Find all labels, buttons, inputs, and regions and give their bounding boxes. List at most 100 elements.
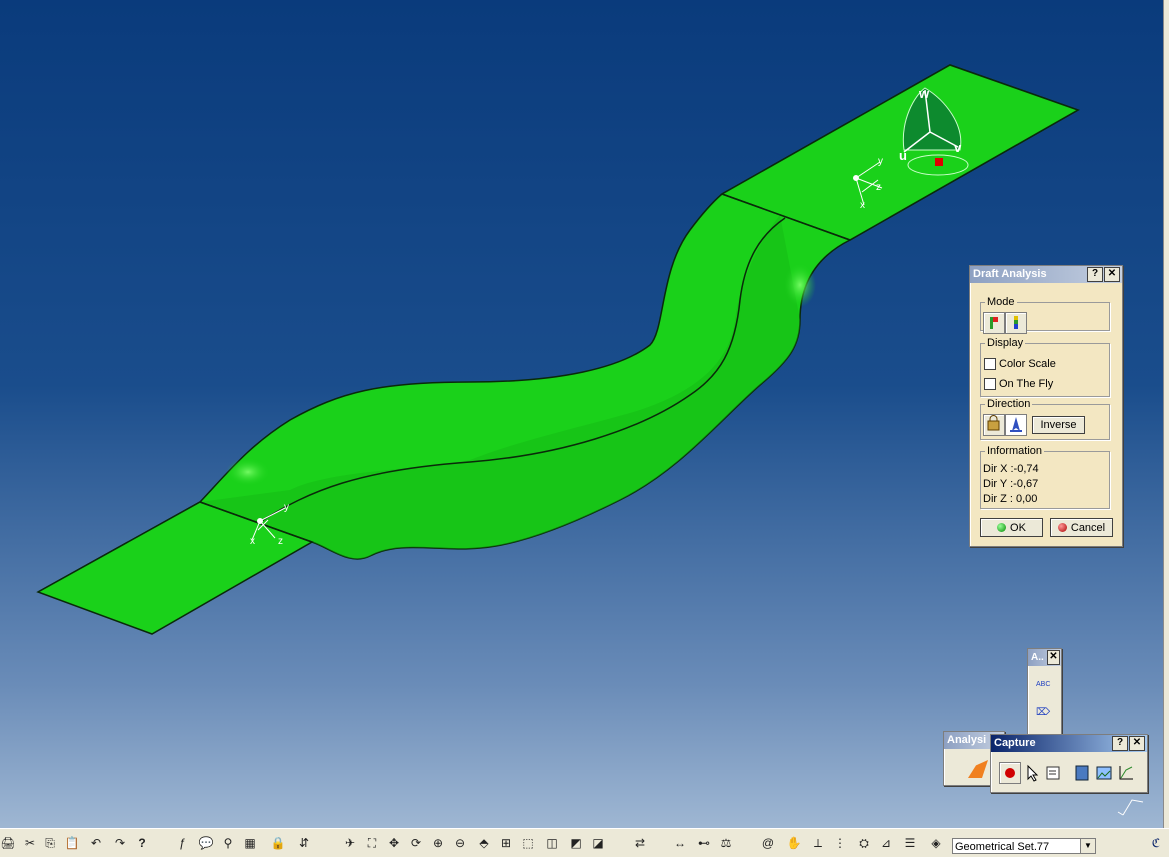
on-the-fly-checkbox[interactable]: On The Fly	[984, 378, 1053, 390]
knowledge-icon[interactable]: ⚲	[220, 835, 236, 851]
close-button[interactable]: ✕	[1104, 267, 1120, 282]
hand-icon[interactable]: ✋	[786, 835, 802, 851]
album-icon[interactable]	[1071, 762, 1093, 784]
select-mode-icon[interactable]	[1021, 762, 1043, 784]
normal-view-icon[interactable]: ⬘	[476, 835, 492, 851]
ok-label: OK	[1010, 521, 1026, 534]
spiral-icon[interactable]: @	[760, 835, 776, 851]
table-icon[interactable]: ▦	[242, 835, 258, 851]
shading-icon[interactable]: ◩	[568, 835, 584, 851]
cancel-button[interactable]: Cancel	[1050, 518, 1113, 537]
paste-icon[interactable]: 📋	[64, 835, 80, 851]
analysis-tool-icon[interactable]	[968, 760, 988, 778]
swap-space-icon[interactable]: ⇄	[632, 835, 648, 851]
iso-view-icon[interactable]: ⬚	[520, 835, 536, 851]
bottom-toolbar: 🖨 ✂ ⎘ 📋 ↶ ↷ ? ƒ 💬 ⚲ ▦ 🔒 ⇵ ✈ ⛶ ✥ ⟳ ⊕ ⊖ ⬘ …	[0, 828, 1169, 857]
arrow-tool-icon[interactable]: ⌦	[1036, 707, 1054, 719]
fit-all-icon[interactable]: ⛶	[364, 835, 380, 851]
axis-right-y: y	[878, 156, 883, 167]
information-label: Information	[987, 445, 1043, 457]
dir-z-value: Dir Z : 0,00	[983, 493, 1038, 505]
small-toolbar-close-button[interactable]: ✕	[1047, 650, 1060, 665]
print-icon[interactable]: 🖨	[0, 835, 16, 851]
formula-icon[interactable]: ƒ	[174, 835, 190, 851]
inverse-button[interactable]: Inverse	[1032, 416, 1085, 434]
options-icon[interactable]	[1043, 762, 1065, 784]
capture-titlebar[interactable]: Capture ? ✕	[991, 735, 1147, 752]
measure-item-icon[interactable]: ⊷	[696, 835, 712, 851]
small-vertical-toolbar: A.. ✕ ABC ⌦	[1027, 648, 1062, 738]
geometrical-set-select[interactable]: Geometrical Set.77 ▼	[952, 838, 1096, 854]
direction-label: Direction	[987, 398, 1031, 410]
compass-u-label: u	[899, 148, 907, 163]
catia-logo-icon: ℭ	[1151, 836, 1161, 850]
small-toolbar-title: A..	[1031, 652, 1044, 663]
undo-icon[interactable]: ↶	[88, 835, 104, 851]
on-the-fly-label: On The Fly	[999, 378, 1054, 390]
on-the-fly-box[interactable]	[984, 378, 996, 390]
grid-icon[interactable]: ⋮	[832, 835, 848, 851]
multi-view-icon[interactable]: ⊞	[498, 835, 514, 851]
capture-toolbar: Capture ? ✕	[990, 734, 1148, 793]
ok-button[interactable]: OK	[980, 518, 1043, 537]
axis-left-y: y	[284, 502, 289, 513]
copy-icon[interactable]: ⎘	[42, 835, 58, 851]
snap-icon[interactable]: ⛭	[856, 835, 872, 851]
small-toolbar-titlebar[interactable]: A.. ✕	[1028, 649, 1061, 666]
axis-left-x: x	[250, 536, 255, 547]
dir-y-value: Dir Y :-0,67	[983, 478, 1039, 490]
chevron-down-icon[interactable]: ▼	[1080, 839, 1095, 853]
capture-title: Capture	[994, 737, 1036, 749]
ok-icon	[997, 523, 1007, 532]
zoom-in-icon[interactable]: ⊕	[430, 835, 446, 851]
text-tool-icon[interactable]: ABC	[1036, 681, 1054, 693]
full-mode-icon[interactable]	[1005, 312, 1027, 334]
color-scale-box[interactable]	[984, 358, 996, 370]
render-style-icon[interactable]: ◫	[544, 835, 560, 851]
lock-icon[interactable]: 🔒	[270, 835, 286, 851]
cancel-icon	[1057, 523, 1067, 532]
compass-v-label: v	[954, 140, 962, 155]
work-on-support-icon[interactable]: ⊿	[878, 835, 894, 851]
measure-between-icon[interactable]: ↔	[672, 835, 688, 851]
help-button[interactable]: ?	[1087, 267, 1103, 282]
analysis-toolbar-title: Analysi	[947, 734, 987, 746]
geometrical-set-value: Geometrical Set.77	[955, 841, 1050, 853]
draft-analysis-titlebar[interactable]: Draft Analysis ? ✕	[970, 266, 1122, 283]
pan-icon[interactable]: ✥	[386, 835, 402, 851]
quick-mode-icon[interactable]	[983, 312, 1005, 334]
dialog-title: Draft Analysis	[973, 268, 1047, 280]
draft-analysis-dialog: Draft Analysis ? ✕ Mode Display Color Sc…	[969, 265, 1123, 547]
inverse-label: Inverse	[1040, 419, 1077, 431]
color-scale-checkbox[interactable]: Color Scale	[984, 358, 1056, 370]
zoom-out-icon[interactable]: ⊖	[452, 835, 468, 851]
mode-label: Mode	[987, 296, 1015, 308]
global-axis-icon	[1117, 799, 1144, 816]
record-icon[interactable]	[999, 762, 1021, 784]
axis-icon[interactable]: ⟂	[810, 835, 826, 851]
display-label: Display	[987, 337, 1024, 349]
capture-close-button[interactable]: ✕	[1129, 736, 1145, 751]
tree-icon[interactable]: ☰	[902, 835, 918, 851]
color-scale-label: Color Scale	[999, 358, 1056, 370]
axis-right-z: z	[876, 182, 881, 193]
dir-x-value: Dir X :-0,74	[983, 463, 1039, 475]
image-icon[interactable]	[1093, 762, 1115, 784]
reorder-icon[interactable]: ⇵	[296, 835, 312, 851]
comment-icon[interactable]: 💬	[198, 835, 214, 851]
measure-inertia-icon[interactable]: ⚖	[718, 835, 734, 851]
rotate-icon[interactable]: ⟳	[408, 835, 424, 851]
layer-icon[interactable]: ◈	[928, 835, 944, 851]
capture-help-button[interactable]: ?	[1112, 736, 1128, 751]
whats-this-icon[interactable]: ?	[134, 835, 150, 851]
cut-icon[interactable]: ✂	[22, 835, 38, 851]
redo-icon[interactable]: ↷	[112, 835, 128, 851]
fly-mode-icon[interactable]: ✈	[342, 835, 358, 851]
chart-capture-icon[interactable]	[1115, 762, 1137, 784]
lock-direction-icon[interactable]	[983, 414, 1005, 436]
right-toolbar-strip	[1163, 0, 1169, 828]
axis-left-z: z	[278, 536, 283, 547]
compass-w-label: w	[918, 86, 930, 101]
hide-show-icon[interactable]: ◪	[590, 835, 606, 851]
compass-direction-icon[interactable]	[1005, 414, 1027, 436]
